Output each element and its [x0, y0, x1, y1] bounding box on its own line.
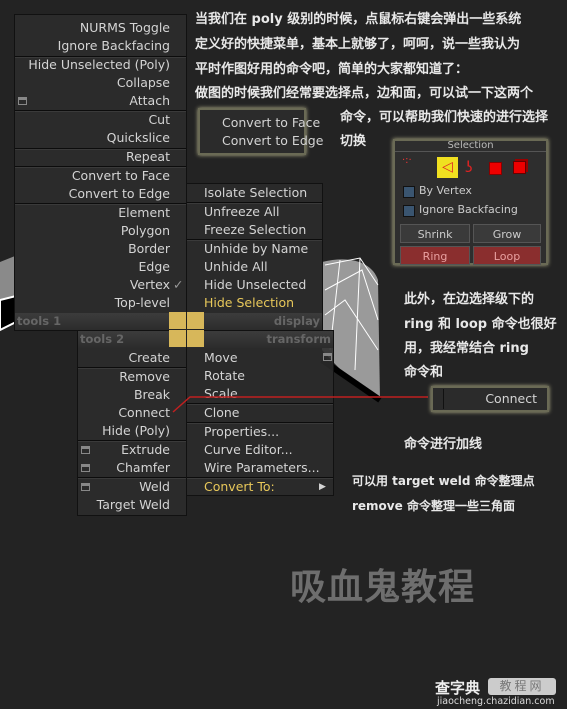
checkmark-icon: ✓	[173, 277, 184, 292]
menu-item-wire-parameters[interactable]: Wire Parameters...	[204, 459, 320, 477]
menu-item-ignore-backfacing[interactable]: Ignore Backfacing	[58, 37, 170, 55]
menu-item-scale[interactable]: Scale	[204, 385, 238, 403]
menu-item-convert-to[interactable]: Convert To:	[204, 478, 275, 496]
menu-item-repeat[interactable]: Repeat	[126, 148, 170, 166]
ring-button[interactable]: Ring	[400, 246, 470, 265]
menu-item-cut[interactable]: Cut	[148, 111, 170, 129]
convert-popup: Convert to Face Convert to Edge	[198, 108, 323, 155]
menu-item-vertex[interactable]: Vertex	[130, 276, 170, 294]
menu-item-create[interactable]: Create	[128, 349, 170, 367]
note-line: 命令进行加线	[404, 437, 483, 452]
menu-item-rotate[interactable]: Rotate	[204, 367, 245, 385]
menu-item-quickslice[interactable]: Quickslice	[107, 129, 170, 147]
vertex-level-icon[interactable]: ·:·	[402, 155, 412, 166]
menu-item-convert-to-edge[interactable]: Convert to Edge	[69, 185, 170, 203]
menu-item-edge[interactable]: Edge	[139, 258, 170, 276]
menu-item-move[interactable]: Move	[204, 349, 238, 367]
menu-item-break[interactable]: Break	[134, 386, 170, 404]
quad-label-transform: transform	[187, 331, 333, 348]
watermark: 吸血鬼教程	[290, 567, 476, 608]
element-level-icon[interactable]	[513, 161, 526, 174]
polygon-level-icon[interactable]	[489, 162, 502, 175]
menu-item-hide-unselected-poly[interactable]: Hide Unselected (Poly)	[28, 56, 170, 74]
menu-item-isolate-selection[interactable]: Isolate Selection	[204, 184, 307, 202]
menu-item-hide-unselected[interactable]: Hide Unselected	[204, 276, 306, 294]
menu-item-unhide-by-name[interactable]: Unhide by Name	[204, 240, 308, 258]
by-vertex-label: By Vertex	[419, 184, 472, 197]
quad-label-display: display	[187, 313, 322, 330]
menu-item-unhide-all[interactable]: Unhide All	[204, 258, 268, 276]
menu-item-element[interactable]: Element	[118, 204, 170, 222]
menu-item-unfreeze-all[interactable]: Unfreeze All	[204, 203, 279, 221]
menu-item-properties[interactable]: Properties...	[204, 423, 279, 441]
menu-item-top-level[interactable]: Top-level	[115, 294, 170, 312]
note-line: 可以用 target weld 命令整理点	[352, 474, 535, 488]
menu-item-curve-editor[interactable]: Curve Editor...	[204, 441, 293, 459]
intro-line: 定义好的快捷菜单，基本上就够了，呵呵，说一些我认为	[195, 37, 521, 52]
note-line: 用，我经常结合 ring	[404, 341, 529, 356]
menu-item-convert-to-edge[interactable]: Convert to Edge	[222, 132, 323, 150]
menu-item-target-weld[interactable]: Target Weld	[97, 496, 170, 514]
grow-button[interactable]: Grow	[473, 224, 541, 243]
quad-center-handle[interactable]	[169, 312, 204, 347]
tutorial-screenshot: 当我们在 poly 级别的时候，点鼠标右键会弹出一些系统 定义好的快捷菜单，基本…	[0, 0, 567, 709]
settings-icon[interactable]	[81, 483, 90, 491]
note-line: 命令和	[404, 365, 444, 380]
menu-item-connect[interactable]: Connect	[118, 404, 170, 422]
ignore-backfacing-label: Ignore Backfacing	[419, 203, 518, 216]
shrink-button[interactable]: Shrink	[400, 224, 470, 243]
intro-line: 当我们在 poly 级别的时候，点鼠标右键会弹出一些系统	[195, 12, 522, 27]
intro-line: 做图的时候我们经常要选择点，边和面，可以试一下这两个	[195, 86, 534, 101]
note-line: ring 和 loop 命令也很好	[404, 317, 557, 332]
site-logo: 查字典 教程网 jiaocheng.chazidian.com	[435, 678, 556, 707]
settings-icon[interactable]	[323, 353, 332, 361]
submenu-arrow-icon: ▶	[319, 482, 326, 492]
menu-item-attach[interactable]: Attach	[129, 92, 170, 110]
quad-display: Isolate Selection Unfreeze All Freeze Se…	[186, 183, 323, 331]
loop-button[interactable]: Loop	[473, 246, 541, 265]
quad-transform: transform Move Rotate Scale Clone Proper…	[186, 330, 334, 496]
by-vertex-checkbox[interactable]	[403, 186, 415, 198]
connect-label: Connect	[485, 391, 537, 406]
menu-item-polygon[interactable]: Polygon	[121, 222, 170, 240]
selection-rollout: Selection ·:· ◁ ʖ By Vertex Ignore Backf…	[393, 139, 548, 265]
menu-item-convert-to-face[interactable]: Convert to Face	[72, 167, 170, 185]
settings-icon[interactable]	[81, 446, 90, 454]
note-line: 此外，在边选择级下的	[404, 292, 535, 307]
quad-tools2: tools 2 Create Remove Break Connect Hide…	[77, 330, 188, 516]
note-line: remove 命令整理一些三角面	[352, 499, 515, 513]
menu-item-nurms-toggle[interactable]: NURMS Toggle	[80, 19, 170, 37]
connect-button[interactable]: Connect	[431, 386, 549, 412]
menu-item-weld[interactable]: Weld	[139, 478, 170, 496]
menu-item-convert-to-face[interactable]: Convert to Face	[222, 114, 320, 132]
menu-item-chamfer[interactable]: Chamfer	[116, 459, 170, 477]
menu-item-hide-poly[interactable]: Hide (Poly)	[102, 422, 170, 440]
menu-item-extrude[interactable]: Extrude	[121, 441, 170, 459]
menu-item-border[interactable]: Border	[128, 240, 170, 258]
menu-item-collapse[interactable]: Collapse	[117, 74, 170, 92]
menu-item-hide-selection[interactable]: Hide Selection	[204, 294, 294, 312]
rollout-title[interactable]: Selection	[395, 141, 546, 152]
settings-icon[interactable]	[81, 464, 90, 472]
menu-item-remove[interactable]: Remove	[119, 368, 170, 386]
menu-item-freeze-selection[interactable]: Freeze Selection	[204, 221, 306, 239]
edge-level-icon[interactable]: ◁	[437, 157, 458, 178]
intro-line: 命令，可以帮助我们快速的进行选择	[340, 110, 549, 125]
intro-line: 切换	[340, 134, 367, 149]
ignore-backfacing-checkbox[interactable]	[403, 205, 415, 217]
settings-icon[interactable]	[18, 97, 27, 105]
border-level-icon[interactable]: ʖ	[465, 158, 473, 176]
intro-line: 平时作图好用的命令吧，简单的大家都知道了：	[195, 62, 469, 77]
menu-item-clone[interactable]: Clone	[204, 404, 239, 422]
quad-tools1: NURMS Toggle Ignore Backfacing Hide Unse…	[14, 14, 188, 331]
quad-label-tools1: tools 1	[15, 313, 188, 330]
